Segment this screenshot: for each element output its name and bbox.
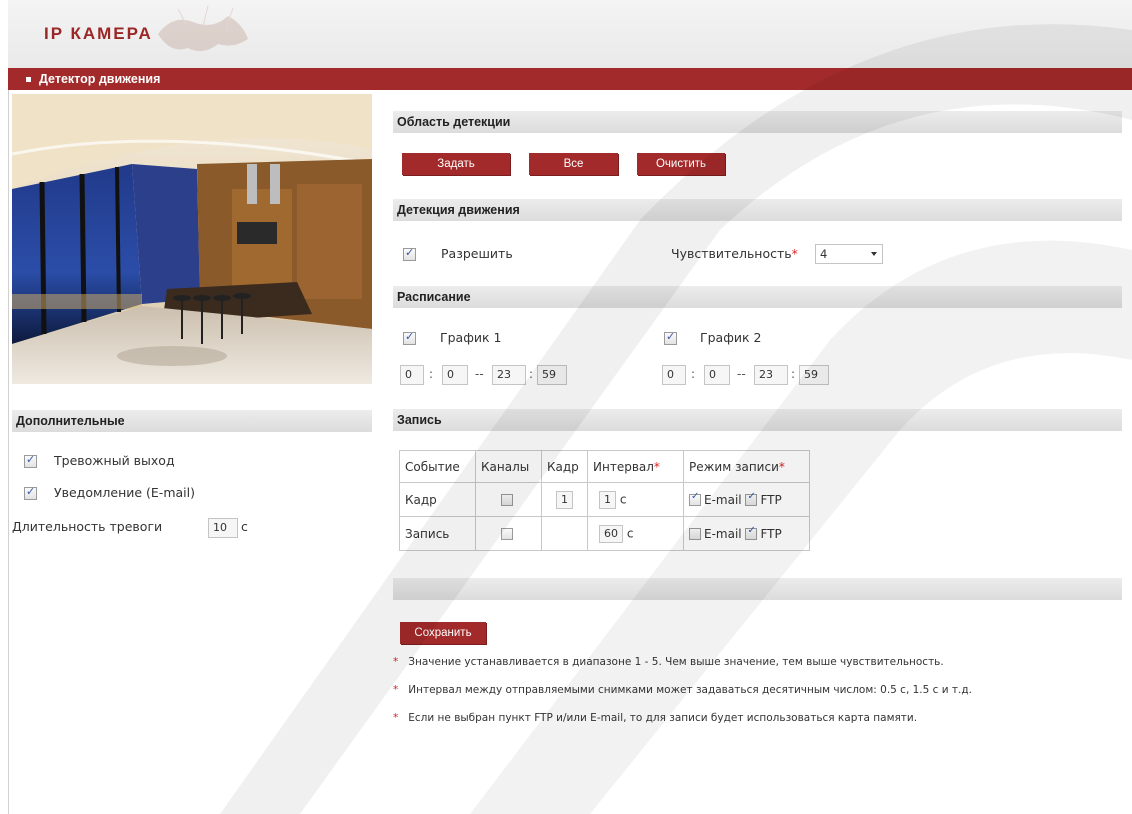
section-record-title: Запись — [397, 413, 442, 427]
email-notify-checkbox[interactable] — [24, 485, 37, 500]
section-record: Запись — [393, 409, 1122, 431]
channels-cell — [475, 482, 542, 517]
event-name: Кадр — [399, 482, 476, 517]
alarm-output-label: Тревожный выход — [54, 453, 175, 468]
interval-cell: 60 с — [587, 516, 684, 551]
section-schedule-title: Расписание — [397, 290, 471, 304]
email-checkbox[interactable] — [689, 528, 701, 540]
table-row: Кадр 1 1 с E-mail FTP — [399, 482, 810, 517]
schedule2-start-hour[interactable]: 0 — [662, 365, 686, 385]
interval-unit: с — [626, 526, 634, 540]
alarm-duration-unit: с — [241, 519, 248, 534]
channels-cell — [475, 516, 542, 551]
sensitivity-label: Чувствительность* — [671, 246, 798, 261]
note-item: * Значение устанавливается в диапазоне 1 … — [393, 656, 944, 668]
section-additional-title: Дополнительные — [16, 414, 125, 428]
section-schedule: Расписание — [393, 286, 1122, 308]
left-border — [8, 90, 9, 814]
sensitivity-select[interactable]: 4 — [815, 244, 883, 264]
column-header: Интервал* — [587, 450, 684, 483]
ftp-checkbox[interactable] — [745, 491, 758, 506]
email-label: E-mail — [704, 492, 742, 507]
time-colon: : — [429, 367, 434, 381]
header-bar: IP КАМЕРА — [8, 0, 1132, 68]
enable-motion-checkbox[interactable] — [403, 246, 416, 261]
mode-cell: E-mail FTP — [683, 482, 810, 517]
section-divider-bar — [393, 578, 1122, 600]
schedule1-start-hour[interactable]: 0 — [400, 365, 424, 385]
note-item: * Интервал между отправляемыми снимками м… — [393, 684, 972, 696]
frame-cell: 1 — [541, 482, 588, 517]
schedule1-checkbox[interactable] — [403, 330, 416, 345]
schedule2-checkbox[interactable] — [664, 330, 677, 345]
required-mark: * — [791, 246, 798, 261]
section-motion-detection: Детекция движения — [393, 199, 1122, 221]
column-header: Событие — [399, 450, 476, 483]
channels-checkbox[interactable] — [501, 494, 513, 506]
frame-input[interactable]: 1 — [556, 490, 573, 509]
save-button[interactable]: Сохранить — [400, 622, 486, 644]
ftp-label: FTP — [760, 492, 782, 507]
mode-cell: E-mail FTP — [683, 516, 810, 551]
interval-input[interactable]: 1 — [599, 490, 616, 509]
time-colon: : — [691, 367, 696, 381]
schedule2-end-hour[interactable]: 23 — [754, 365, 788, 385]
email-checkbox[interactable] — [689, 491, 701, 506]
alarm-output-checkbox[interactable] — [24, 453, 37, 468]
note-item: * Если не выбран пункт FTP и/или E-mail, … — [393, 712, 918, 724]
time-colon: : — [529, 367, 534, 381]
sensitivity-value: 4 — [820, 247, 828, 261]
camera-preview[interactable] — [12, 94, 372, 384]
channels-checkbox[interactable] — [501, 528, 513, 540]
ftp-checkbox[interactable] — [745, 525, 758, 540]
email-notify-label: Уведомление (E-mail) — [54, 485, 195, 500]
section-detection-area-title: Область детекции — [397, 115, 511, 129]
email-label: E-mail — [704, 526, 742, 541]
time-colon: : — [791, 367, 796, 381]
bullet-icon — [26, 77, 31, 83]
schedule2-start-minute[interactable]: 0 — [704, 365, 730, 385]
ftp-label: FTP — [760, 526, 782, 541]
page-title: Детектор движения — [39, 72, 161, 86]
clear-area-button[interactable]: Очистить — [637, 153, 725, 175]
time-dash: -- — [475, 367, 484, 381]
schedule1-start-minute[interactable]: 0 — [442, 365, 468, 385]
alarm-duration-label: Длительность тревоги — [12, 519, 163, 534]
schedule2-end-minute[interactable]: 59 — [799, 365, 829, 385]
section-motion-title: Детекция движения — [397, 203, 520, 217]
event-name: Запись — [399, 516, 476, 551]
interval-unit: с — [619, 492, 627, 506]
schedule1-end-minute[interactable]: 59 — [537, 365, 567, 385]
section-detection-area: Область детекции — [393, 111, 1122, 133]
world-map-graphic — [158, 5, 248, 52]
chevron-down-icon — [871, 252, 877, 256]
logo: IP КАМЕРА — [44, 24, 153, 43]
time-dash: -- — [737, 367, 746, 381]
select-all-button[interactable]: Все — [529, 153, 618, 175]
interval-input[interactable]: 60 — [599, 524, 623, 543]
table-header-row: Событие Каналы Кадр Интервал* Режим запи… — [399, 450, 810, 483]
set-area-button[interactable]: Задать — [402, 153, 510, 175]
interval-cell: 1 с — [587, 482, 684, 517]
table-row: Запись 60 с E-mail FTP — [399, 516, 810, 551]
column-header: Режим записи* — [683, 450, 810, 483]
alarm-duration-input[interactable]: 10 — [208, 518, 238, 538]
schedule1-label: График 1 — [440, 330, 502, 345]
enable-motion-label: Разрешить — [441, 246, 513, 261]
schedule2-label: График 2 — [700, 330, 762, 345]
schedule1-end-hour[interactable]: 23 — [492, 365, 526, 385]
page-title-bar: Детектор движения — [8, 68, 1132, 90]
section-additional: Дополнительные — [12, 410, 372, 432]
frame-cell — [541, 516, 588, 551]
record-table: Событие Каналы Кадр Интервал* Режим запи… — [399, 450, 810, 551]
column-header: Кадр — [541, 450, 588, 483]
column-header: Каналы — [475, 450, 542, 483]
